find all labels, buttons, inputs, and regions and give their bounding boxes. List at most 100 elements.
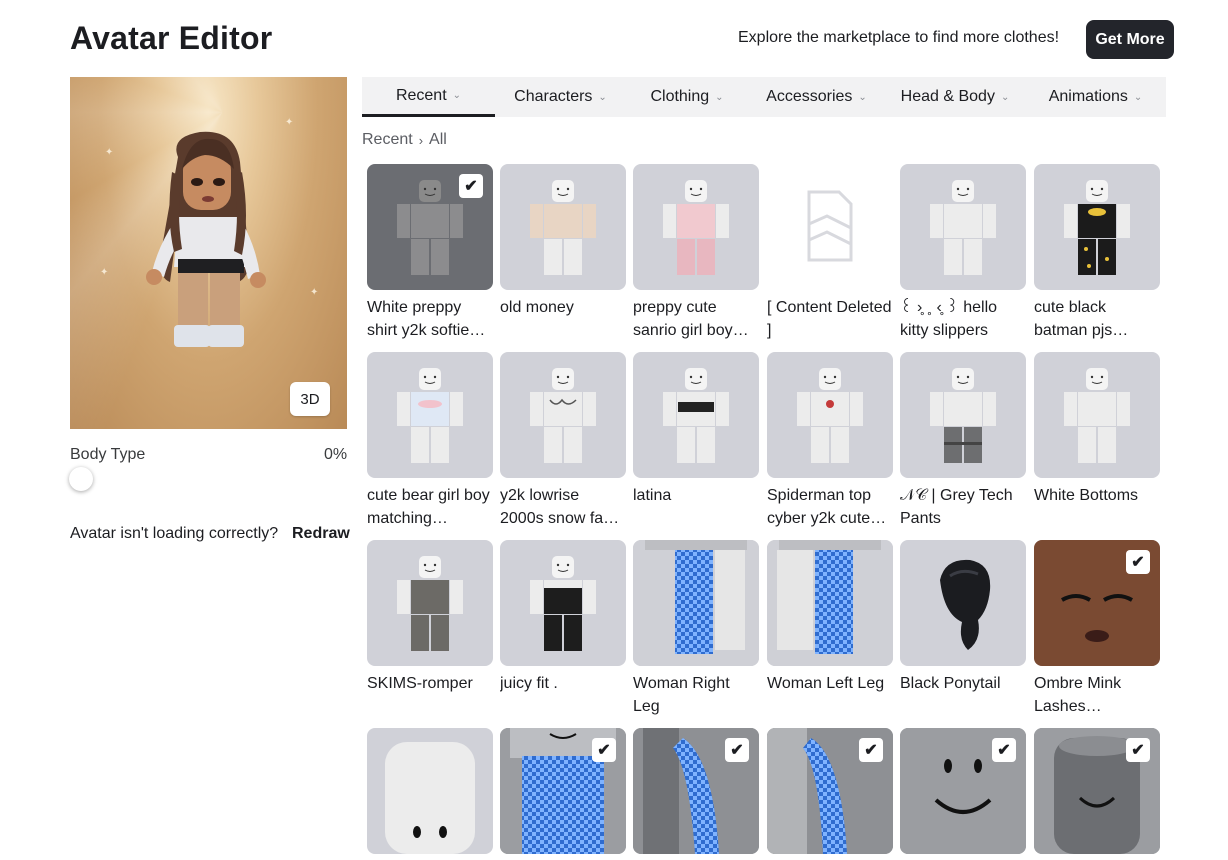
plain-preview <box>930 180 996 275</box>
get-more-button[interactable]: Get More <box>1086 20 1174 59</box>
item-card[interactable]: 𝒩𝒞 | Grey Tech Pants <box>900 352 1026 530</box>
chevron-down-icon: ⌄ <box>598 91 607 103</box>
item-card[interactable]: Spiderman top cyber y2k cute… <box>767 352 893 530</box>
chevron-down-icon: ⌄ <box>1000 91 1010 103</box>
ponytail-preview <box>940 559 991 650</box>
romper-preview <box>397 556 463 651</box>
item-name: White preppy shirt y2k softie… <box>367 299 486 339</box>
item-thumbnail[interactable]: ✔ <box>633 728 759 854</box>
tab-label: Characters <box>514 88 593 105</box>
checkmark-icon: ✔ <box>725 738 749 762</box>
item-thumbnail[interactable] <box>500 540 626 666</box>
body-type-slider[interactable] <box>69 467 93 491</box>
item-name: SKIMS-romper <box>367 675 473 692</box>
item-card[interactable]: ✔ <box>767 728 893 860</box>
item-card[interactable]: ✔ <box>633 728 759 860</box>
item-card[interactable]: Woman Right Leg <box>633 540 759 718</box>
item-thumbnail[interactable] <box>367 352 493 478</box>
item-card[interactable]: cute bear girl boy matching… <box>367 352 493 530</box>
item-thumbnail[interactable] <box>633 540 759 666</box>
item-card[interactable]: ✔ White preppy shirt y2k softie… <box>367 164 493 342</box>
item-card[interactable]: ꒰ ›̥ ˳ ‹̥ ꒱ hello kitty slippers <box>900 164 1026 342</box>
chevron-down-icon: ⌄ <box>1133 91 1143 103</box>
item-thumbnail[interactable] <box>767 352 893 478</box>
item-name: old money <box>500 299 574 316</box>
tab-clothing[interactable]: Clothing ⌄ <box>626 77 748 117</box>
tab-accessories[interactable]: Accessories ⌄ <box>748 77 885 117</box>
chevron-down-icon: ⌄ <box>452 90 462 101</box>
item-card[interactable]: SKIMS-romper <box>367 540 493 695</box>
item-card[interactable]: juicy fit . <box>500 540 626 695</box>
item-card[interactable]: ✔ Ombre Mink Lashes Cheeks… <box>1034 540 1160 718</box>
item-thumbnail[interactable] <box>767 164 893 290</box>
category-tabs: Recent ⌄ Characters ⌄ Clothing ⌄ Accessorie… <box>362 77 1166 117</box>
item-name: ꒰ ›̥ ˳ ‹̥ ꒱ hello kitty slippers <box>900 299 998 339</box>
item-card[interactable]: Black Ponytail <box>900 540 1026 695</box>
item-thumbnail[interactable] <box>900 164 1026 290</box>
item-thumbnail[interactable]: ✔ <box>1034 728 1160 854</box>
item-thumbnail[interactable]: ✔ <box>1034 540 1160 666</box>
item-thumbnail[interactable] <box>367 540 493 666</box>
latina-preview <box>663 368 729 463</box>
toggle-3d-button[interactable]: 3D <box>290 382 330 416</box>
item-card[interactable]: latina <box>633 352 759 507</box>
item-card[interactable]: White Bottoms <box>1034 352 1160 507</box>
item-thumbnail[interactable]: ✔ <box>900 728 1026 854</box>
item-thumbnail[interactable] <box>500 352 626 478</box>
item-name: Spiderman top cyber y2k cute… <box>767 487 887 527</box>
item-thumbnail[interactable] <box>900 352 1026 478</box>
tab-characters[interactable]: Characters ⌄ <box>495 77 626 117</box>
tab-head-body[interactable]: Head & Body ⌄ <box>885 77 1025 117</box>
item-thumbnail[interactable]: ✔ <box>767 728 893 854</box>
item-thumbnail[interactable]: ✔ <box>367 164 493 290</box>
item-name: Woman Right Leg <box>633 675 730 715</box>
redraw-link[interactable]: Redraw <box>292 525 350 543</box>
item-card[interactable]: ✔ <box>1034 728 1160 860</box>
avatar-preview[interactable]: ✦ ✦ ✦ ✦ 3D <box>70 77 347 429</box>
item-name: cute bear girl boy matching… <box>367 487 490 527</box>
item-thumbnail[interactable] <box>500 164 626 290</box>
item-card[interactable]: Woman Left Leg <box>767 540 893 695</box>
deleted-preview <box>807 190 853 262</box>
avatar-figure <box>146 131 266 347</box>
body-type-value: 0% <box>324 446 348 463</box>
item-card[interactable]: y2k lowrise 2000s snow fa… <box>500 352 626 530</box>
checkmark-icon: ✔ <box>1126 550 1150 574</box>
bikini-preview <box>530 368 596 463</box>
item-thumbnail[interactable] <box>767 540 893 666</box>
body-type-label: Body Type <box>70 446 146 463</box>
item-card[interactable]: ✔ <box>900 728 1026 860</box>
item-name: White Bottoms <box>1034 487 1139 504</box>
item-thumbnail[interactable] <box>367 728 493 854</box>
marketplace-promo-text: Explore the marketplace to find more clo… <box>738 29 1060 46</box>
item-card[interactable]: old money <box>500 164 626 319</box>
item-thumbnail[interactable] <box>633 352 759 478</box>
breadcrumb-root[interactable]: Recent <box>362 131 413 149</box>
item-thumbnail[interactable]: ✔ <box>500 728 626 854</box>
item-thumbnail[interactable] <box>1034 352 1160 478</box>
item-card[interactable]: [ Content Deleted ] <box>767 164 893 342</box>
item-thumbnail[interactable] <box>1034 164 1160 290</box>
checkmark-icon: ✔ <box>592 738 616 762</box>
item-card[interactable]: cute black batman pjs… <box>1034 164 1160 342</box>
item-card[interactable]: preppy cute sanrio girl boy… <box>633 164 759 342</box>
item-card[interactable] <box>367 728 493 860</box>
tab-animations[interactable]: Animations ⌄ <box>1025 77 1166 117</box>
item-name: juicy fit . <box>500 675 558 692</box>
loading-question: Avatar isn't loading correctly? <box>70 525 279 542</box>
item-card[interactable]: ✔ <box>500 728 626 860</box>
page-title: Avatar Editor <box>70 20 273 56</box>
item-name: y2k lowrise 2000s snow fa… <box>500 487 620 527</box>
tab-label: Animations <box>1048 88 1128 105</box>
breadcrumb-current: All <box>429 131 447 148</box>
blue-top-preview <box>397 368 463 463</box>
head-preview <box>385 742 475 854</box>
item-thumbnail[interactable] <box>633 164 759 290</box>
leg-left-preview <box>767 540 893 666</box>
item-thumbnail[interactable] <box>900 540 1026 666</box>
pink-set-preview <box>663 180 729 275</box>
tab-recent[interactable]: Recent ⌄ <box>362 77 495 117</box>
juicy-preview <box>530 556 596 651</box>
item-name: cute black batman pjs… <box>1034 299 1129 339</box>
item-name: latina <box>633 487 672 504</box>
